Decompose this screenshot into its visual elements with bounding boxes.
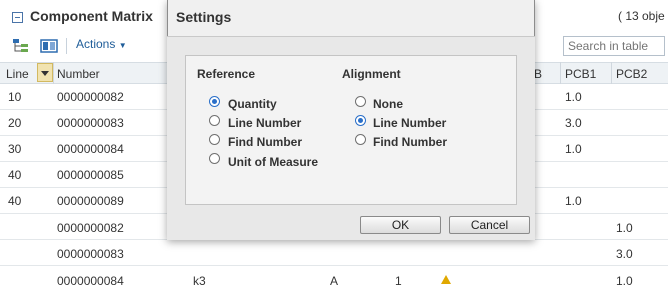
search-input[interactable] — [563, 36, 665, 56]
text-cell: k3 — [193, 274, 206, 288]
line-cell: 20 — [8, 116, 22, 130]
ok-button[interactable]: OK — [360, 216, 441, 234]
pcb1-cell: 3.0 — [565, 116, 582, 130]
tree-structure-icon[interactable] — [12, 38, 30, 54]
toolbar-separator — [66, 38, 67, 54]
alignment-find-number-label[interactable]: Find Number — [373, 135, 447, 149]
chevron-down-icon: ▼ — [118, 41, 127, 50]
quantity-cell: 1 — [395, 274, 402, 288]
number-cell[interactable]: 0000000085 — [57, 168, 124, 182]
reference-quantity-radio[interactable] — [209, 96, 220, 107]
column-header-partial[interactable]: B — [534, 67, 542, 81]
object-count: ( 13 obje — [618, 9, 665, 23]
actions-menu[interactable]: Actions ▼ — [76, 37, 127, 51]
reference-unit-of-measure-label[interactable]: Unit of Measure — [228, 155, 318, 169]
column-divider — [611, 62, 612, 84]
number-cell[interactable]: 0000000084 — [57, 142, 124, 156]
column-header-number[interactable]: Number — [57, 67, 100, 81]
actions-label: Actions — [76, 37, 116, 51]
number-cell[interactable]: 0000000083 — [57, 247, 124, 261]
number-cell[interactable]: 0000000089 — [57, 194, 124, 208]
alignment-line-number-label[interactable]: Line Number — [373, 116, 446, 130]
line-cell: 40 — [8, 168, 22, 182]
pcb2-cell: 1.0 — [616, 274, 633, 288]
line-cell: 30 — [8, 142, 22, 156]
pcb1-cell: 1.0 — [565, 90, 582, 104]
reference-find-number-radio[interactable] — [209, 134, 220, 145]
column-header-pcb1[interactable]: PCB1 — [565, 67, 596, 81]
alignment-title: Alignment — [342, 67, 401, 81]
number-cell[interactable]: 0000000083 — [57, 116, 124, 130]
collapse-icon[interactable] — [12, 12, 23, 23]
reference-unit-of-measure-radio[interactable] — [209, 153, 220, 164]
pcb2-cell: 1.0 — [616, 221, 633, 235]
text-cell: A — [330, 274, 339, 288]
column-header-pcb2[interactable]: PCB2 — [616, 67, 647, 81]
cancel-label: Cancel — [470, 218, 509, 232]
warning-icon — [441, 275, 451, 284]
dialog-title: Settings — [176, 9, 232, 25]
number-cell[interactable]: 0000000084 — [57, 274, 124, 288]
cancel-button[interactable]: Cancel — [449, 216, 530, 234]
ok-label: OK — [391, 218, 410, 232]
column-header-line[interactable]: Line — [6, 67, 29, 81]
pcb2-cell: 3.0 — [616, 247, 633, 261]
pcb1-cell: 1.0 — [565, 194, 582, 208]
column-divider — [560, 62, 561, 84]
number-cell[interactable]: 0000000082 — [57, 90, 124, 104]
reference-title: Reference — [197, 67, 256, 81]
column-divider — [53, 62, 54, 84]
reference-line-number-label[interactable]: Line Number — [228, 116, 301, 130]
columns-view-icon[interactable] — [40, 38, 58, 54]
alignment-none-radio[interactable] — [355, 96, 366, 107]
number-cell[interactable]: 0000000082 — [57, 221, 124, 235]
reference-line-number-radio[interactable] — [209, 115, 220, 126]
reference-find-number-label[interactable]: Find Number — [228, 135, 302, 149]
pcb1-cell: 1.0 — [565, 142, 582, 156]
line-cell: 40 — [8, 194, 22, 208]
sort-dropdown-icon[interactable] — [37, 63, 53, 82]
alignment-find-number-radio[interactable] — [355, 134, 366, 145]
line-cell: 10 — [8, 90, 22, 104]
alignment-none-label[interactable]: None — [373, 97, 403, 111]
panel-title: Component Matrix — [30, 8, 153, 24]
alignment-line-number-radio[interactable] — [355, 115, 366, 126]
reference-quantity-label[interactable]: Quantity — [228, 97, 277, 111]
